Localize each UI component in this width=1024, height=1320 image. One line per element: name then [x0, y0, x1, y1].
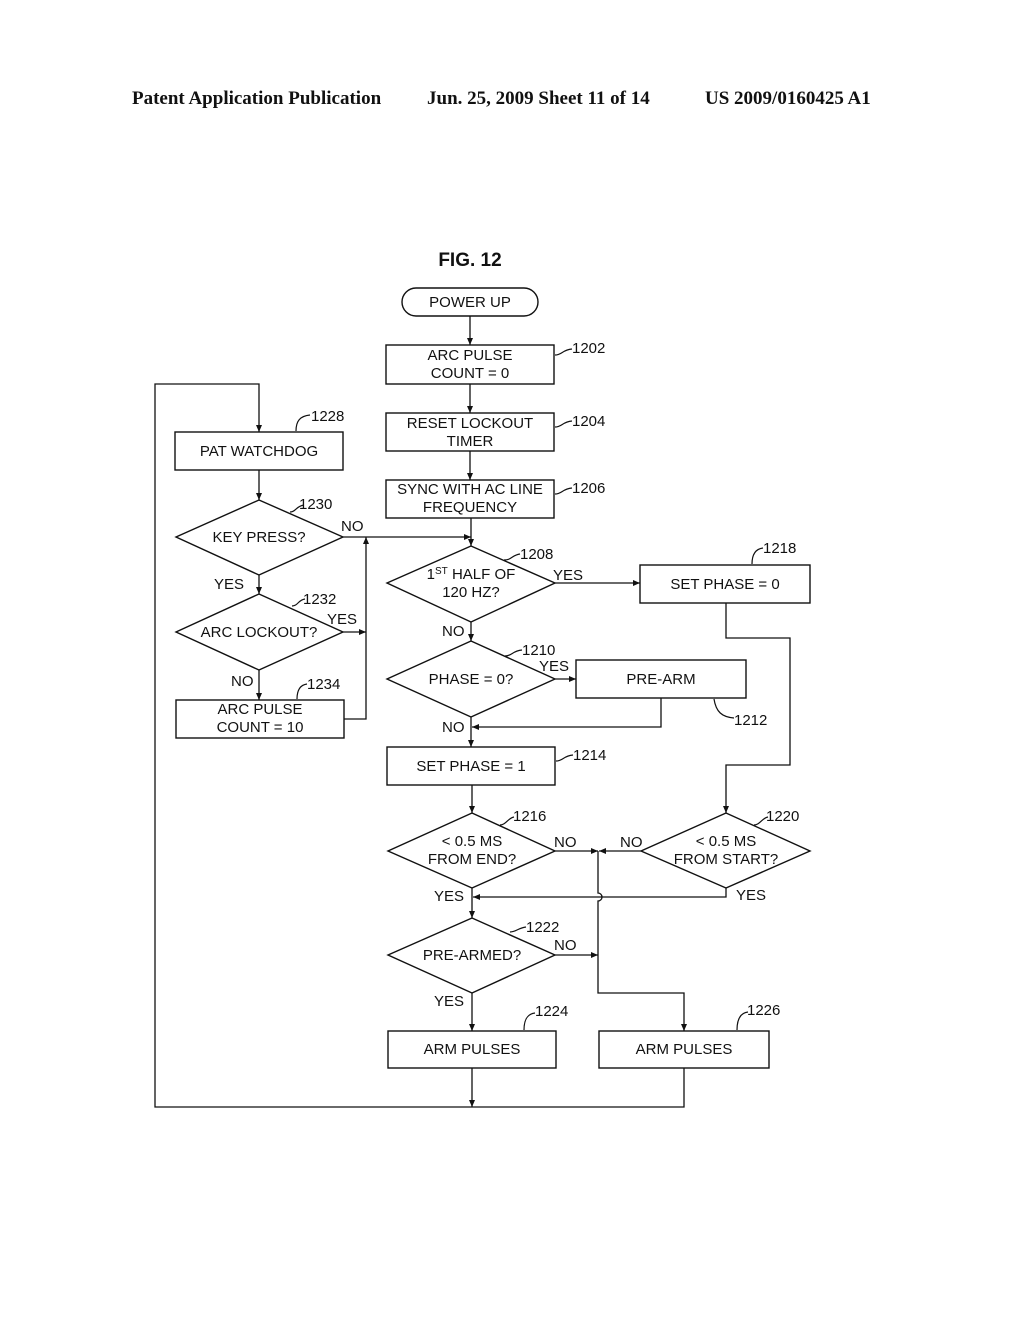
start-terminator: POWER UP: [401, 287, 539, 317]
process-1228: PAT WATCHDOG 1228: [174, 408, 344, 471]
ref-leader-1224: [523, 1012, 536, 1031]
label-1210-yes: YES: [539, 658, 569, 675]
process-1218: SET PHASE = 0 1218: [639, 540, 811, 604]
decision-1232-label: ARC LOCKOUT?: [201, 624, 318, 641]
process-1228-label: PAT WATCHDOG: [200, 443, 318, 460]
edge-bus-1226: [597, 851, 687, 1031]
ref-leader-1218: [751, 547, 764, 565]
process-1206-line2: FREQUENCY: [423, 499, 517, 516]
label-1230-no: NO: [341, 518, 364, 535]
decision-1220-line2: FROM START?: [674, 851, 778, 868]
process-1204-line1: RESET LOCKOUT: [407, 415, 533, 432]
ref-leader-1214: [555, 754, 574, 762]
ref-leader-1234: [296, 683, 308, 700]
ref-leader-1216: [499, 816, 515, 826]
label-1230-yes: YES: [214, 576, 244, 593]
label-1210-no: NO: [442, 719, 465, 736]
ref-number-1216: 1216: [513, 808, 546, 825]
label-1216-no: NO: [554, 834, 577, 851]
decision-1208: 1ST HALF OF 120 HZ? 1208: [385, 545, 557, 623]
figure-title: FIG. 12: [438, 250, 501, 271]
ref-leader-1202: [554, 348, 573, 356]
ref-leader-1222: [509, 926, 527, 933]
ref-number-1232: 1232: [303, 591, 336, 608]
process-1226-label: ARM PULSES: [636, 1041, 733, 1058]
label-1208-no: NO: [442, 623, 465, 640]
decision-1230: KEY PRESS? 1230: [174, 496, 345, 576]
decision-1210-label: PHASE = 0?: [429, 671, 514, 688]
process-1234: ARC PULSE COUNT = 10 1234: [175, 676, 345, 739]
decision-1216-line2: FROM END?: [428, 851, 516, 868]
decision-1220: < 0.5 MS FROM START? 1220: [639, 808, 812, 889]
label-1220-yes: YES: [736, 887, 766, 904]
process-1212-label: PRE-ARM: [626, 671, 695, 688]
ref-number-1222: 1222: [526, 919, 559, 936]
label-1208-yes: YES: [553, 567, 583, 584]
process-1218-label: SET PHASE = 0: [670, 576, 779, 593]
decision-1210: PHASE = 0? 1210: [385, 640, 557, 718]
process-1214-label: SET PHASE = 1: [416, 758, 525, 775]
ref-leader-1206: [554, 487, 573, 495]
ref-number-1202: 1202: [572, 340, 605, 357]
edge-1220-yes: [473, 888, 727, 900]
decision-1208-line2: 120 HZ?: [442, 584, 500, 601]
label-1232-no: NO: [231, 673, 254, 690]
decision-1230-label: KEY PRESS?: [212, 529, 305, 546]
ref-leader-1210: [504, 649, 523, 657]
ref-number-1208: 1208: [520, 546, 553, 563]
process-1224-label: ARM PULSES: [424, 1041, 521, 1058]
process-1214: SET PHASE = 1 1214: [386, 746, 606, 786]
ref-number-1204: 1204: [572, 413, 605, 430]
ref-number-1218: 1218: [763, 540, 796, 557]
ref-number-1230: 1230: [299, 496, 332, 513]
decision-1222-label: PRE-ARMED?: [423, 947, 521, 964]
process-1202-line1: ARC PULSE: [427, 347, 512, 364]
label-1232-yes: YES: [327, 611, 357, 628]
label-1222-no: NO: [554, 937, 577, 954]
ref-leader-1212: [713, 698, 735, 719]
ref-number-1234: 1234: [307, 676, 340, 693]
ref-number-1220: 1220: [766, 808, 799, 825]
edge-1218-1220: [723, 603, 791, 813]
edge-1234-merge: [344, 537, 369, 720]
process-1204: RESET LOCKOUT TIMER 1204: [385, 412, 605, 452]
decision-1220-line1: < 0.5 MS: [696, 833, 756, 850]
process-1224: ARM PULSES 1224: [387, 1003, 568, 1069]
ref-number-1226: 1226: [747, 1002, 780, 1019]
label-1220-no: NO: [620, 834, 643, 851]
ref-leader-1228: [295, 414, 311, 432]
process-1206-line1: SYNC WITH AC LINE: [397, 481, 543, 498]
process-1204-line2: TIMER: [447, 433, 494, 450]
process-1202-line2: COUNT = 0: [431, 365, 510, 382]
process-1206: SYNC WITH AC LINE FREQUENCY 1206: [385, 479, 605, 519]
ref-number-1228: 1228: [311, 408, 344, 425]
decision-1232: ARC LOCKOUT? 1232: [174, 591, 345, 671]
ref-number-1210: 1210: [522, 642, 555, 659]
ref-number-1224: 1224: [535, 1003, 568, 1020]
decision-1216-line1: < 0.5 MS: [442, 833, 502, 850]
decision-1222: PRE-ARMED? 1222: [386, 917, 559, 994]
process-1212: PRE-ARM 1212: [575, 659, 767, 729]
label-1216-yes: YES: [434, 888, 464, 905]
flowchart: FIG. 12 POWER UP ARC PULSE COUNT = 0 120…: [154, 250, 812, 1108]
ref-leader-1204: [554, 420, 573, 428]
process-1234-line1: ARC PULSE: [217, 701, 302, 718]
process-1202: ARC PULSE COUNT = 0 1202: [385, 340, 605, 385]
ref-leader-1208: [503, 553, 521, 561]
decision-1216: < 0.5 MS FROM END? 1216: [386, 808, 557, 889]
process-1234-line2: COUNT = 10: [217, 719, 304, 736]
process-1226: ARM PULSES 1226: [598, 1002, 780, 1069]
ref-number-1206: 1206: [572, 480, 605, 497]
start-label: POWER UP: [429, 294, 511, 311]
ref-number-1212: 1212: [734, 712, 767, 729]
ref-number-1214: 1214: [573, 747, 606, 764]
label-1222-yes: YES: [434, 993, 464, 1010]
